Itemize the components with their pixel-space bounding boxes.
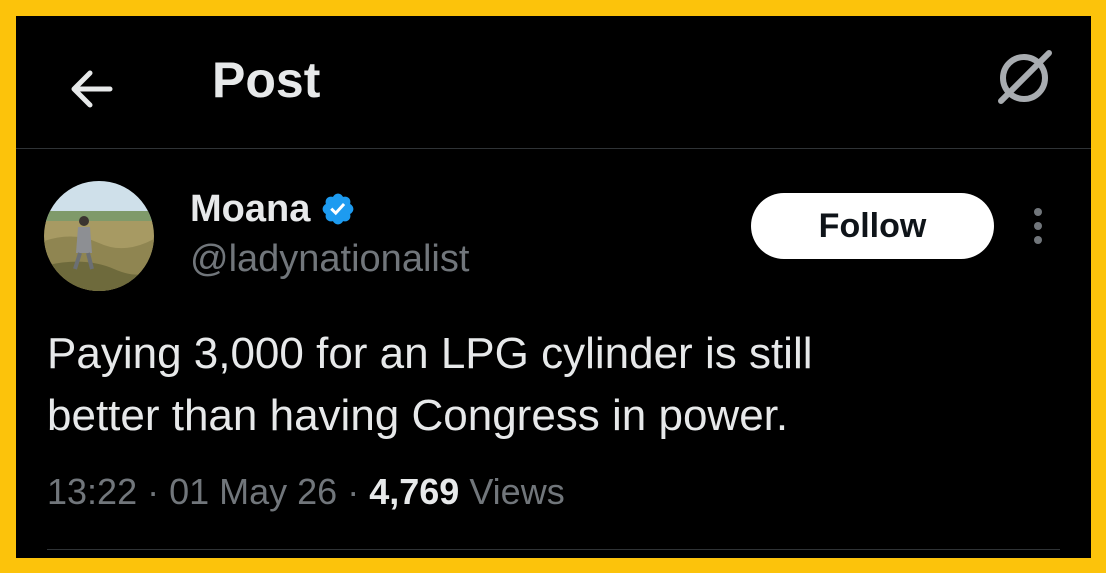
post-time[interactable]: 13:22 bbox=[47, 471, 137, 512]
post-metadata: 13:22 · 01 May 26 · 4,769 Views bbox=[47, 469, 565, 515]
grok-button[interactable] bbox=[991, 43, 1057, 109]
author-display-name[interactable]: Moana bbox=[190, 188, 310, 231]
meta-separator: · bbox=[137, 471, 170, 512]
arrow-left-icon bbox=[71, 70, 113, 108]
views-count: 4,769 bbox=[369, 471, 460, 512]
post-divider bbox=[47, 549, 1060, 550]
views-label: Views bbox=[469, 471, 565, 512]
back-button[interactable] bbox=[66, 64, 116, 114]
post-screen: Post Moana @ladynationalist Follow Payin… bbox=[16, 16, 1091, 558]
meta-separator: · bbox=[337, 471, 370, 512]
avatar[interactable] bbox=[44, 181, 154, 291]
more-options-button[interactable] bbox=[1024, 206, 1052, 246]
page-title: Post bbox=[212, 52, 321, 108]
post-text: Paying 3,000 for an LPG cylinder is stil… bbox=[47, 323, 1067, 447]
header-divider bbox=[16, 148, 1091, 149]
follow-button[interactable]: Follow bbox=[751, 193, 994, 259]
more-vertical-icon bbox=[1034, 208, 1042, 244]
grok-icon bbox=[998, 50, 1052, 104]
verified-badge-icon bbox=[322, 193, 354, 225]
author-handle[interactable]: @ladynationalist bbox=[190, 236, 469, 282]
post-text-line: better than having Congress in power. bbox=[47, 391, 789, 440]
author-name-row: Moana bbox=[190, 186, 356, 232]
top-bar: Post bbox=[16, 16, 1091, 148]
post-text-line: Paying 3,000 for an LPG cylinder is stil… bbox=[47, 329, 813, 378]
post-date[interactable]: 01 May 26 bbox=[169, 471, 337, 512]
